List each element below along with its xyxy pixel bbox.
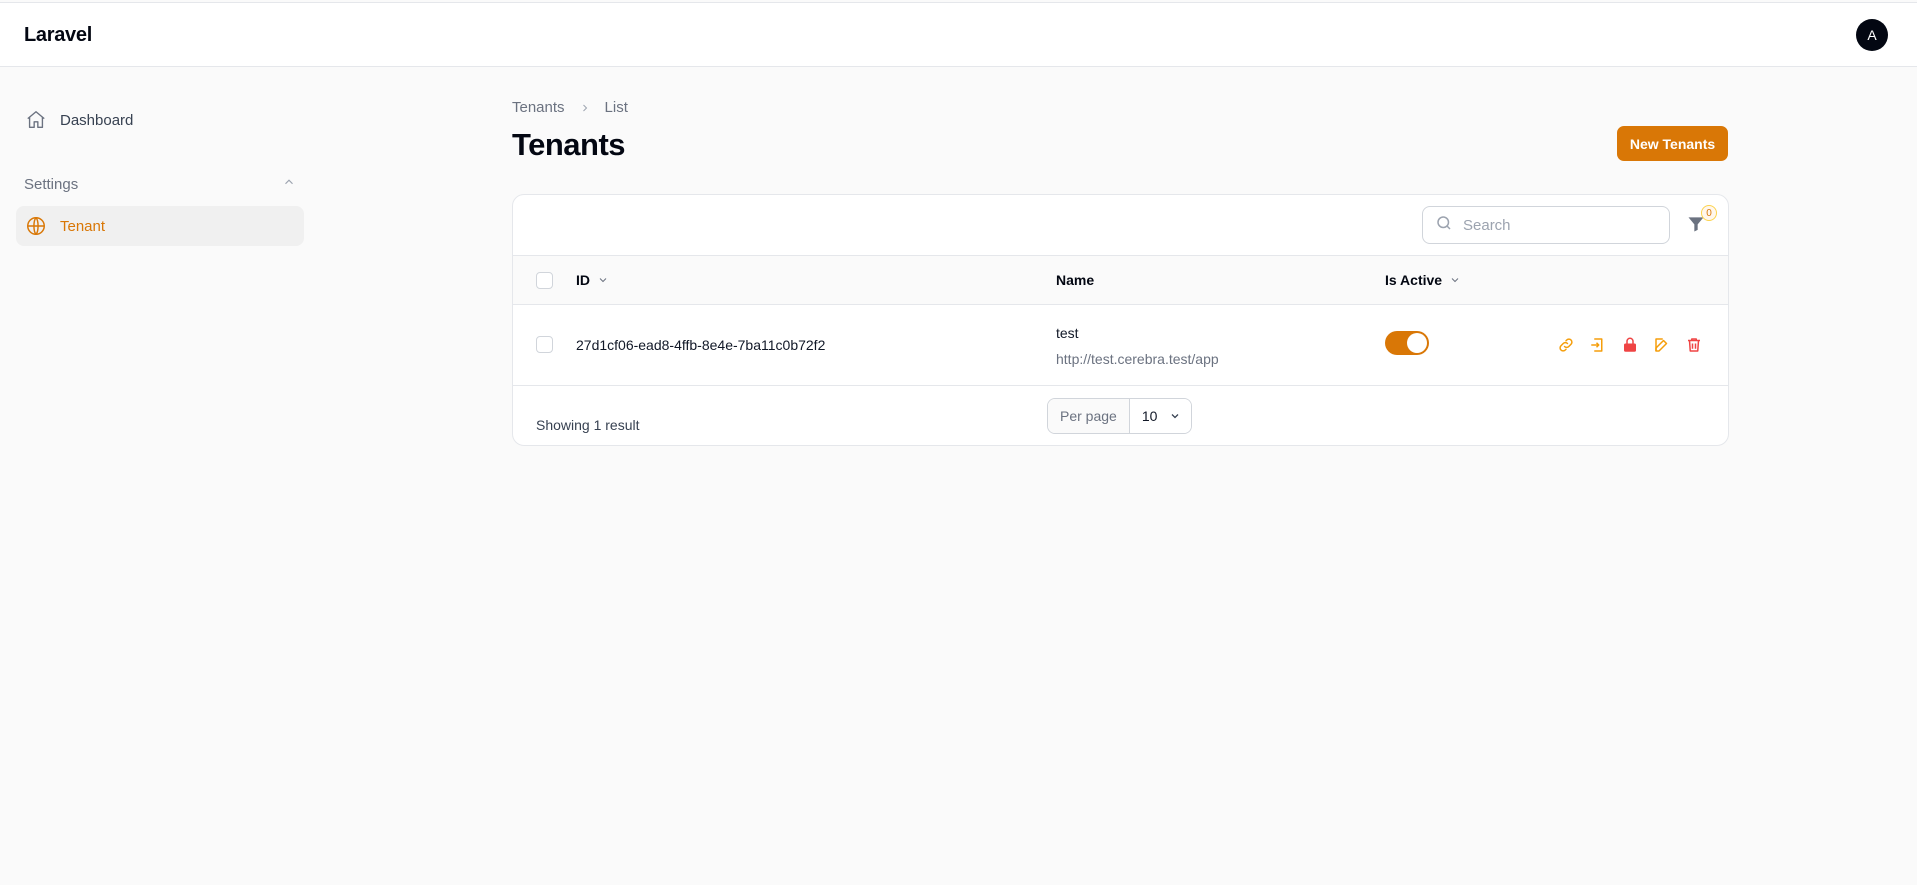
select-all-checkbox[interactable] <box>536 272 553 289</box>
breadcrumb-current: List <box>604 99 628 116</box>
delete-icon[interactable] <box>1684 335 1704 355</box>
brand-logo[interactable]: Laravel <box>24 24 92 47</box>
tenants-table: 0 ID Name Is Active 27d1cf06-ead8-4ffb-8… <box>512 194 1729 446</box>
results-summary: Showing 1 result <box>536 417 640 433</box>
edit-icon[interactable] <box>1652 335 1672 355</box>
column-header-name: Name <box>1056 272 1094 288</box>
page-title: Tenants <box>512 127 626 162</box>
link-icon[interactable] <box>1556 335 1576 355</box>
new-tenants-button[interactable]: New Tenants <box>1617 126 1728 161</box>
row-checkbox[interactable] <box>536 336 553 353</box>
per-page-value[interactable]: 10 <box>1129 399 1192 433</box>
column-header-label: Is Active <box>1385 272 1443 288</box>
column-header-label: Name <box>1056 272 1095 288</box>
table-row[interactable]: 27d1cf06-ead8-4ffb-8e4e-7ba11c0b72f2 tes… <box>513 305 1728 386</box>
search-icon <box>1435 214 1453 237</box>
search-field[interactable] <box>1422 206 1670 244</box>
tenant-name: test <box>1056 325 1079 341</box>
sidebar: Dashboard Settings Tenant <box>16 100 304 246</box>
per-page-label: Per page <box>1048 399 1130 433</box>
sidebar-item-tenant[interactable]: Tenant <box>16 206 304 246</box>
home-icon <box>24 108 48 132</box>
tenant-url: http://test.cerebra.test/app <box>1056 351 1219 367</box>
column-header-label: ID <box>576 272 590 288</box>
per-page-value-text: 10 <box>1141 408 1158 424</box>
sidebar-item-label: Dashboard <box>60 111 134 129</box>
is-active-toggle[interactable] <box>1385 331 1429 355</box>
tenant-id: 27d1cf06-ead8-4ffb-8e4e-7ba11c0b72f2 <box>576 337 826 353</box>
sidebar-item-dashboard[interactable]: Dashboard <box>16 100 304 140</box>
search-input[interactable] <box>1463 216 1653 234</box>
globe-icon <box>24 214 48 238</box>
per-page-select[interactable]: Per page 10 <box>1047 398 1193 434</box>
sidebar-item-label: Tenant <box>60 217 106 235</box>
toggle-knob <box>1407 333 1427 353</box>
user-avatar[interactable]: A <box>1856 19 1888 51</box>
column-header-is-active[interactable]: Is Active <box>1385 272 1461 288</box>
topbar: Laravel A <box>0 2 1917 67</box>
table-toolbar: 0 <box>513 195 1728 256</box>
sidebar-group-label: Settings <box>24 175 79 193</box>
login-icon[interactable] <box>1588 335 1608 355</box>
sort-chevron-icon <box>1449 274 1461 286</box>
breadcrumb: Tenants List <box>512 99 628 116</box>
breadcrumb-tenants-link[interactable]: Tenants <box>512 99 565 116</box>
sort-chevron-icon <box>597 274 609 286</box>
chevron-right-icon <box>579 102 591 114</box>
lock-icon[interactable] <box>1620 335 1640 355</box>
filter-count-badge: 0 <box>1701 205 1717 221</box>
chevron-up-icon[interactable] <box>282 175 296 193</box>
column-header-id[interactable]: ID <box>576 272 609 288</box>
table-header: ID Name Is Active <box>513 256 1728 305</box>
sidebar-group-settings[interactable]: Settings <box>16 168 304 200</box>
chevron-down-icon <box>1171 414 1179 419</box>
